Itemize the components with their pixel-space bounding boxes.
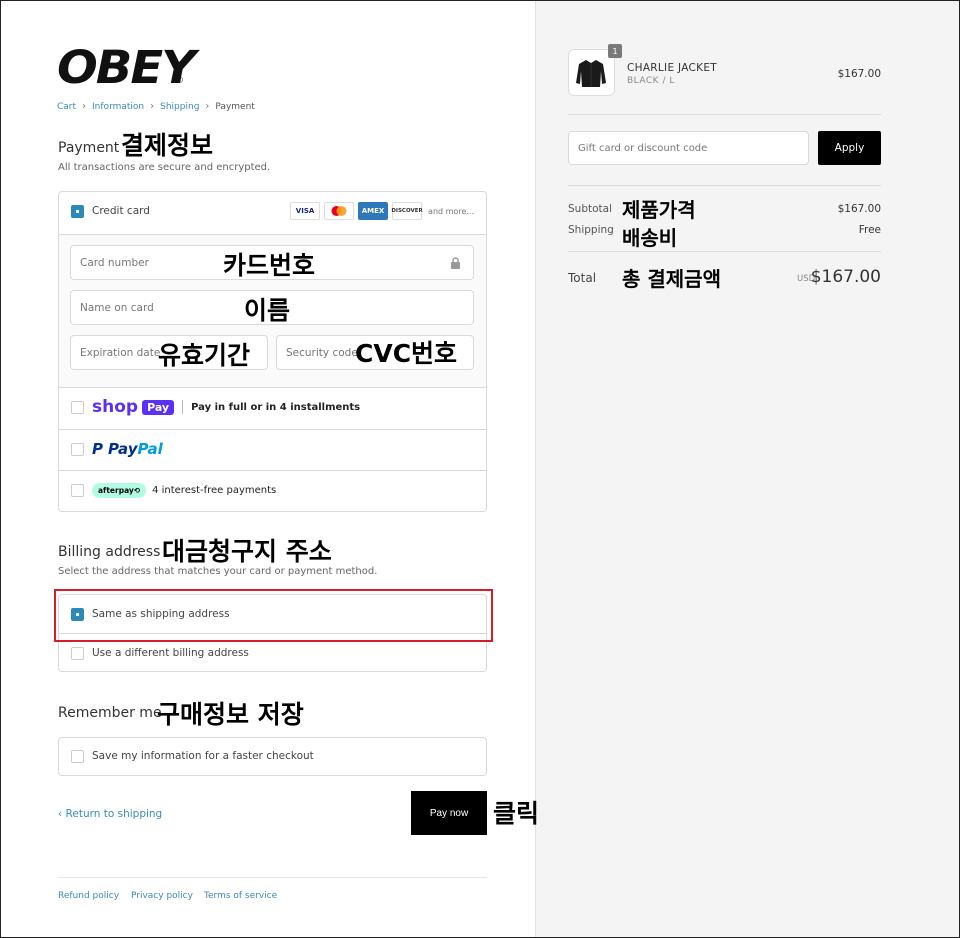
divider	[568, 114, 881, 115]
total-value: $167.00	[810, 267, 881, 287]
click-annotation: 클릭	[493, 799, 540, 828]
billing-title: Billing address	[58, 544, 161, 560]
discover-icon: DISCOVER	[391, 202, 423, 220]
privacy-policy-link[interactable]: Privacy policy	[131, 891, 193, 901]
paypal-p-icon: P	[92, 440, 103, 458]
shoppay-text: Pay in full or in 4 installments	[191, 401, 361, 413]
credit-card-label: Credit card	[92, 205, 150, 217]
apply-button[interactable]: Apply	[818, 131, 881, 165]
highlight-box	[54, 589, 493, 642]
gift-placeholder: Gift card or discount code	[578, 143, 708, 154]
different-address-label[interactable]: Use a different billing address	[92, 647, 249, 659]
subtotal-value: $167.00	[837, 203, 881, 215]
pay-now-button[interactable]: Pay now	[411, 791, 487, 835]
afterpay-text: 4 interest-free payments	[152, 485, 277, 496]
name-placeholder: Name on card	[80, 302, 154, 314]
card-number-annotation: 카드번호	[223, 251, 316, 280]
divider	[568, 185, 881, 186]
shoppay-wordmark: shop	[92, 397, 139, 417]
chevron-right-icon: ›	[150, 101, 155, 112]
security-placeholder: Security code	[286, 347, 358, 359]
shoppay-pay-badge: Pay	[142, 399, 175, 415]
billing-subtitle: Select the address that matches your car…	[58, 566, 378, 577]
payment-title: Payment	[58, 140, 120, 156]
different-address-radio[interactable]	[71, 647, 84, 660]
shoppay-radio[interactable]	[71, 401, 84, 414]
afterpay-badge: afterpay⟲	[92, 483, 147, 498]
paypal-wordmark-2: Pal	[137, 440, 163, 458]
shipping-annotation: 배송비	[622, 226, 678, 250]
shoppay-logo: shop Pay Pay in full or in 4 installment…	[92, 397, 360, 417]
breadcrumb-shipping[interactable]: Shipping	[160, 102, 199, 112]
gift-card-input[interactable]: Gift card or discount code	[568, 131, 809, 165]
paypal-wordmark-1: Pay	[108, 440, 138, 458]
subtotal-annotation: 제품가격	[622, 198, 696, 222]
brand-logo[interactable]: OBEY	[57, 41, 196, 94]
payment-subtitle: All transactions are secure and encrypte…	[58, 162, 271, 173]
chevron-left-icon: ‹	[58, 808, 66, 820]
footer-divider	[58, 877, 487, 878]
product-price: $167.00	[837, 68, 881, 80]
chevron-right-icon: ›	[82, 101, 87, 112]
remember-title: Remember me	[58, 705, 162, 721]
remember-box: Save my information for a faster checkou…	[58, 737, 487, 776]
shoppay-option[interactable]: shop Pay Pay in full or in 4 installment…	[59, 387, 486, 429]
expiration-placeholder: Expiration date	[80, 347, 161, 359]
jacket-image	[576, 60, 606, 87]
name-annotation: 이름	[244, 296, 291, 325]
expiration-annotation: 유효기간	[158, 341, 251, 370]
paypal-logo: P PayPal	[92, 440, 163, 458]
mastercard-icon	[324, 202, 355, 220]
chevron-right-icon: ›	[205, 101, 210, 112]
total-annotation: 총 결제금액	[622, 267, 721, 291]
remember-annotation: 구매정보 저장	[157, 700, 304, 729]
breadcrumb-information[interactable]: Information	[92, 102, 144, 112]
paypal-option[interactable]: P PayPal	[59, 429, 486, 470]
payment-annotation: 결제정보	[121, 131, 214, 160]
and-more-link[interactable]: and more...	[428, 207, 474, 216]
shipping-label: Shipping	[568, 224, 614, 236]
breadcrumb-cart[interactable]: Cart	[57, 102, 76, 112]
paypal-radio[interactable]	[71, 443, 84, 456]
save-info-checkbox[interactable]	[71, 750, 84, 763]
return-to-shipping-link[interactable]: ‹ Return to shipping	[58, 808, 162, 820]
divider	[182, 400, 184, 414]
credit-card-radio[interactable]	[71, 205, 84, 218]
refund-policy-link[interactable]: Refund policy	[58, 891, 119, 901]
afterpay-logo: afterpay⟲ 4 interest-free payments	[92, 483, 276, 498]
shipping-value: Free	[858, 224, 881, 236]
terms-link[interactable]: Terms of service	[204, 891, 277, 901]
afterpay-option[interactable]: afterpay⟲ 4 interest-free payments	[59, 470, 486, 512]
lock-icon	[451, 257, 460, 269]
subtotal-label: Subtotal	[568, 203, 612, 215]
total-label: Total	[568, 271, 597, 285]
card-number-placeholder: Card number	[80, 257, 149, 269]
quantity-badge: 1	[608, 44, 622, 58]
amex-icon: AMEX	[358, 202, 389, 220]
product-variant: BLACK / L	[627, 76, 675, 86]
security-annotation: CVC번호	[355, 339, 458, 368]
afterpay-radio[interactable]	[71, 484, 84, 497]
registered-mark: ®	[175, 76, 184, 86]
save-info-label[interactable]: Save my information for a faster checkou…	[92, 750, 314, 762]
billing-annotation: 대금청구지 주소	[162, 537, 332, 566]
product-name: CHARLIE JACKET	[627, 62, 717, 74]
visa-icon: VISA	[290, 202, 321, 220]
divider	[568, 251, 881, 252]
card-brands: VISA AMEX DISCOVER and more...	[290, 202, 474, 220]
breadcrumb: Cart › Information › Shipping › Payment	[57, 101, 255, 112]
return-label: Return to shipping	[65, 808, 163, 820]
breadcrumb-payment: Payment	[215, 101, 255, 112]
